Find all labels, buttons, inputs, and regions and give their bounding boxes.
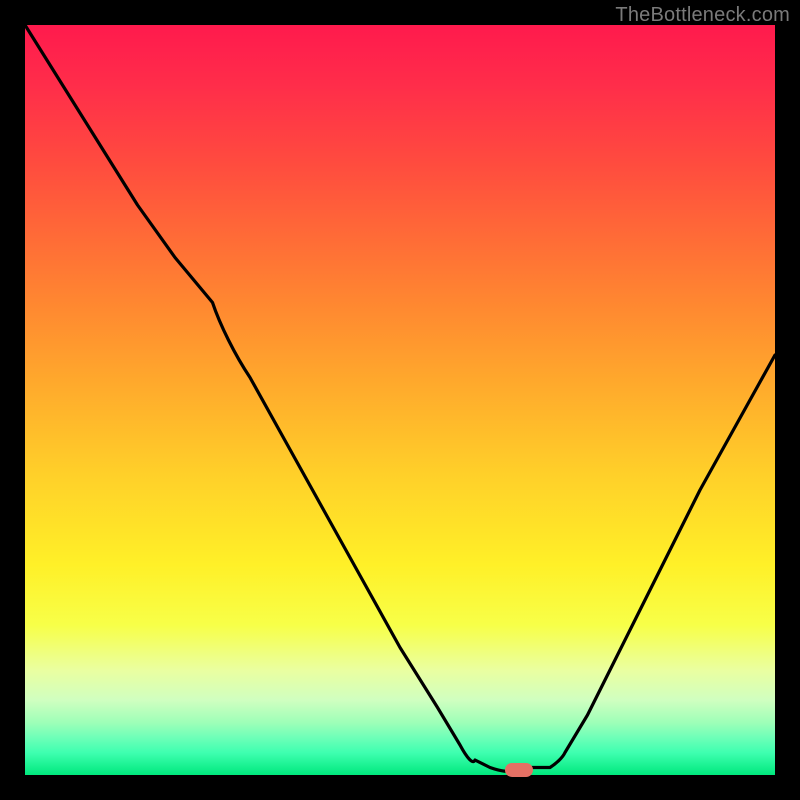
watermark-text: TheBottleneck.com — [615, 4, 790, 27]
chart-frame: TheBottleneck.com — [0, 0, 800, 800]
bottleneck-marker — [505, 763, 533, 777]
bottleneck-curve — [25, 25, 775, 775]
